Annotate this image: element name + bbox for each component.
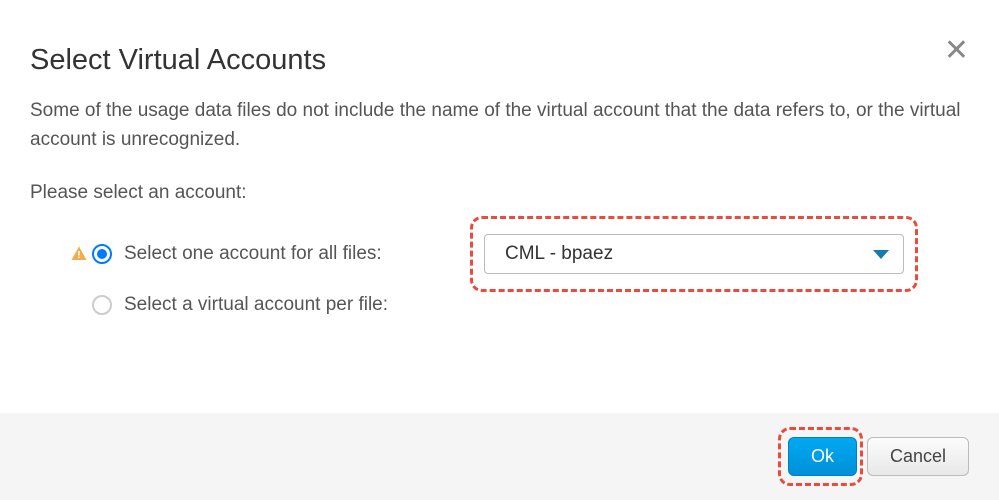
dialog-footer: Ok Cancel — [0, 413, 999, 500]
dialog-title: Select Virtual Accounts — [30, 44, 326, 77]
radio-all-files[interactable] — [92, 244, 112, 264]
cancel-button[interactable]: Cancel — [867, 437, 969, 476]
close-icon[interactable]: ✕ — [944, 36, 969, 66]
option-all-files-label: Select one account for all files: — [124, 243, 414, 265]
option-all-files-row: Select one account for all files: CML - … — [30, 234, 969, 274]
chevron-down-icon — [873, 250, 889, 259]
account-dropdown[interactable]: CML - bpaez — [484, 234, 904, 274]
option-per-file-label: Select a virtual account per file: — [124, 294, 414, 316]
warning-icon — [70, 245, 88, 263]
dialog-body: Some of the usage data files do not incl… — [0, 97, 999, 413]
select-virtual-accounts-dialog: Select Virtual Accounts ✕ Some of the us… — [0, 0, 999, 500]
dropdown-selected-value: CML - bpaez — [505, 243, 613, 265]
option-per-file-row: Select a virtual account per file: — [30, 294, 969, 316]
radio-per-file[interactable] — [92, 295, 112, 315]
dialog-description: Some of the usage data files do not incl… — [30, 97, 969, 154]
select-prompt: Please select an account: — [30, 182, 969, 204]
dialog-header: Select Virtual Accounts ✕ — [0, 0, 999, 97]
ok-button[interactable]: Ok — [788, 437, 857, 476]
ok-button-container: Ok — [788, 437, 857, 476]
dropdown-container: CML - bpaez — [484, 234, 904, 274]
